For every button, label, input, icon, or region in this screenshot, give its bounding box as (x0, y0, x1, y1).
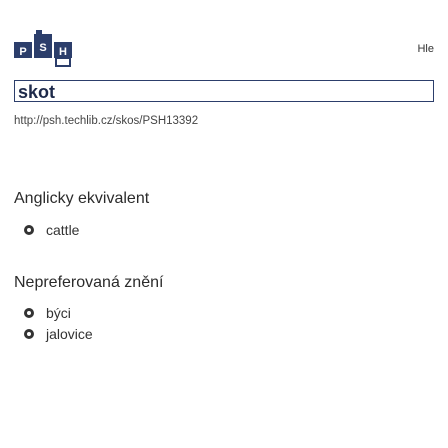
concept-title: skot (18, 82, 56, 102)
section-title-english-equivalent: Anglicky ekvivalent (14, 190, 150, 207)
list-item-label: jalovice (46, 326, 93, 342)
list-item[interactable]: cattle (24, 222, 79, 238)
logo-letter-h: H (59, 46, 67, 58)
list-item[interactable]: býci (24, 305, 71, 321)
concept-title-box: skot (14, 80, 434, 102)
header: P S H Hle (0, 0, 448, 76)
bullet-icon (24, 308, 34, 318)
psh-logo[interactable]: P S H (14, 30, 74, 68)
logo-letter-p: P (19, 46, 26, 58)
search-link[interactable]: Hle (417, 43, 434, 55)
concept-uri[interactable]: http://psh.techlib.cz/skos/PSH13392 (14, 115, 198, 127)
bullet-icon (24, 329, 34, 339)
bullet-icon (24, 225, 34, 235)
section-title-non-preferred-terms: Nepreferovaná znění (14, 274, 164, 291)
logo-letter-s: S (39, 42, 46, 54)
list-item[interactable]: jalovice (24, 326, 93, 342)
list-item-label: býci (46, 305, 71, 321)
list-item-label: cattle (46, 222, 80, 238)
